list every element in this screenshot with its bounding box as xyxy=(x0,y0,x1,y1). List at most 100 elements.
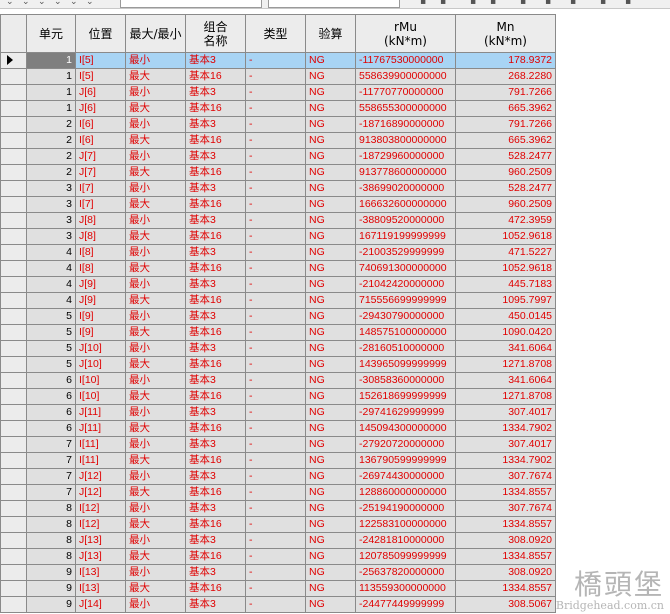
table-row[interactable]: 5 J[10] 最小 基本3- NG -28160510000000 341.6064 xyxy=(0,340,556,357)
cell-unit[interactable]: 8 xyxy=(26,516,76,533)
row-selector[interactable] xyxy=(0,196,27,213)
cell-check[interactable]: NG xyxy=(305,244,356,261)
cell-mn[interactable]: 1334.8557 xyxy=(455,516,556,533)
cell-type[interactable]: - xyxy=(245,100,306,117)
cell-combo[interactable]: 基本3 xyxy=(185,276,246,293)
cell-combo[interactable]: 基本3 xyxy=(185,404,246,421)
cell-rmu[interactable]: -18716890000000 xyxy=(355,116,456,133)
cell-position[interactable]: J[8] xyxy=(75,228,126,245)
cell-combo[interactable]: 基本16 xyxy=(185,292,246,309)
cell-rmu[interactable]: -21042420000000 xyxy=(355,276,456,293)
cell-maxmin[interactable]: 最大 xyxy=(125,164,186,181)
cell-check[interactable]: NG xyxy=(305,580,356,597)
header-type[interactable]: 类型 xyxy=(245,14,306,53)
row-selector[interactable] xyxy=(0,388,27,405)
row-selector[interactable] xyxy=(0,260,27,277)
cell-position[interactable]: J[11] xyxy=(75,404,126,421)
table-row[interactable]: 6 I[10] 最小 基本3- NG -30858360000000 341.6064 xyxy=(0,372,556,389)
cell-maxmin[interactable]: 最小 xyxy=(125,596,186,613)
cell-check[interactable]: NG xyxy=(305,564,356,581)
table-row[interactable]: 2 J[7] 最小 基本3- NG -18729960000000 528.2477 xyxy=(0,148,556,165)
cell-mn[interactable]: 1052.9618 xyxy=(455,228,556,245)
toolbar-combo-right[interactable] xyxy=(268,0,400,8)
cell-maxmin[interactable]: 最小 xyxy=(125,52,186,69)
cell-position[interactable]: J[6] xyxy=(75,100,126,117)
cell-maxmin[interactable]: 最大 xyxy=(125,196,186,213)
toolbar-icon[interactable]: ▪ xyxy=(545,0,551,7)
row-selector[interactable] xyxy=(0,596,27,613)
cell-mn[interactable]: 1334.8557 xyxy=(455,484,556,501)
cell-type[interactable]: - xyxy=(245,308,306,325)
toolbar-icon[interactable]: ▪ xyxy=(440,0,446,7)
table-row[interactable]: 4 J[9] 最大 基本16- NG 715556699999999 1095.7997 xyxy=(0,292,556,309)
cell-maxmin[interactable]: 最大 xyxy=(125,132,186,149)
table-row[interactable]: 2 I[6] 最大 基本16- NG 913803800000000 665.3962 xyxy=(0,132,556,149)
cell-mn[interactable]: 1334.8557 xyxy=(455,548,556,565)
cell-combo[interactable]: 基本16 xyxy=(185,420,246,437)
cell-unit[interactable]: 6 xyxy=(26,404,76,421)
row-selector[interactable] xyxy=(0,68,27,85)
cell-mn[interactable]: 1095.7997 xyxy=(455,292,556,309)
cell-type[interactable]: - xyxy=(245,84,306,101)
cell-combo[interactable]: 基本3 xyxy=(185,340,246,357)
cell-rmu[interactable]: -21003529999999 xyxy=(355,244,456,261)
cell-check[interactable]: NG xyxy=(305,484,356,501)
cell-combo[interactable]: 基本16 xyxy=(185,100,246,117)
cell-check[interactable]: NG xyxy=(305,532,356,549)
cell-rmu[interactable]: -29430790000000 xyxy=(355,308,456,325)
cell-combo[interactable]: 基本3 xyxy=(185,212,246,229)
table-row[interactable]: 1 J[6] 最大 基本16- NG 558655300000000 665.3962 xyxy=(0,100,556,117)
cell-type[interactable]: - xyxy=(245,132,306,149)
cell-maxmin[interactable]: 最大 xyxy=(125,516,186,533)
row-selector[interactable] xyxy=(0,500,27,517)
cell-rmu[interactable]: 913803800000000 xyxy=(355,132,456,149)
cell-check[interactable]: NG xyxy=(305,260,356,277)
cell-combo[interactable]: 基本16 xyxy=(185,164,246,181)
cell-mn[interactable]: 341.6064 xyxy=(455,340,556,357)
cell-type[interactable]: - xyxy=(245,196,306,213)
cell-maxmin[interactable]: 最小 xyxy=(125,564,186,581)
cell-maxmin[interactable]: 最大 xyxy=(125,580,186,597)
cell-combo[interactable]: 基本3 xyxy=(185,180,246,197)
cell-type[interactable]: - xyxy=(245,580,306,597)
cell-mn[interactable]: 665.3962 xyxy=(455,132,556,149)
cell-position[interactable]: I[10] xyxy=(75,388,126,405)
cell-check[interactable]: NG xyxy=(305,356,356,373)
cell-combo[interactable]: 基本16 xyxy=(185,484,246,501)
cell-rmu[interactable]: 715556699999999 xyxy=(355,292,456,309)
cell-mn[interactable]: 308.0920 xyxy=(455,564,556,581)
cell-type[interactable]: - xyxy=(245,244,306,261)
table-row[interactable]: 8 I[12] 最大 基本16- NG 122583100000000 1334.8557 xyxy=(0,516,556,533)
cell-mn[interactable]: 1090.0420 xyxy=(455,324,556,341)
cell-type[interactable]: - xyxy=(245,340,306,357)
cell-type[interactable]: - xyxy=(245,532,306,549)
cell-type[interactable]: - xyxy=(245,212,306,229)
cell-unit[interactable]: 1 xyxy=(26,52,76,69)
cell-combo[interactable]: 基本16 xyxy=(185,356,246,373)
cell-position[interactable]: J[10] xyxy=(75,340,126,357)
cell-unit[interactable]: 8 xyxy=(26,500,76,517)
cell-position[interactable]: J[8] xyxy=(75,212,126,229)
cell-rmu[interactable]: -38809520000000 xyxy=(355,212,456,229)
cell-unit[interactable]: 9 xyxy=(26,580,76,597)
cell-combo[interactable]: 基本3 xyxy=(185,244,246,261)
table-row[interactable]: 5 J[10] 最大 基本16- NG 143965099999999 1271.8708 xyxy=(0,356,556,373)
row-selector[interactable] xyxy=(0,180,27,197)
table-row[interactable]: 6 J[11] 最大 基本16- NG 145094300000000 1334.7902 xyxy=(0,420,556,437)
cell-check[interactable]: NG xyxy=(305,436,356,453)
toolbar-icon[interactable]: ▪ xyxy=(470,0,476,7)
cell-mn[interactable]: 1052.9618 xyxy=(455,260,556,277)
cell-maxmin[interactable]: 最小 xyxy=(125,340,186,357)
cell-check[interactable]: NG xyxy=(305,324,356,341)
cell-combo[interactable]: 基本16 xyxy=(185,452,246,469)
cell-type[interactable]: - xyxy=(245,116,306,133)
cell-maxmin[interactable]: 最大 xyxy=(125,548,186,565)
row-selector[interactable] xyxy=(0,324,27,341)
cell-combo[interactable]: 基本3 xyxy=(185,148,246,165)
row-selector[interactable] xyxy=(0,564,27,581)
cell-position[interactable]: J[7] xyxy=(75,148,126,165)
cell-maxmin[interactable]: 最小 xyxy=(125,244,186,261)
cell-rmu[interactable]: 143965099999999 xyxy=(355,356,456,373)
toolbar-icon[interactable]: ▪ xyxy=(625,0,631,7)
cell-position[interactable]: I[12] xyxy=(75,516,126,533)
